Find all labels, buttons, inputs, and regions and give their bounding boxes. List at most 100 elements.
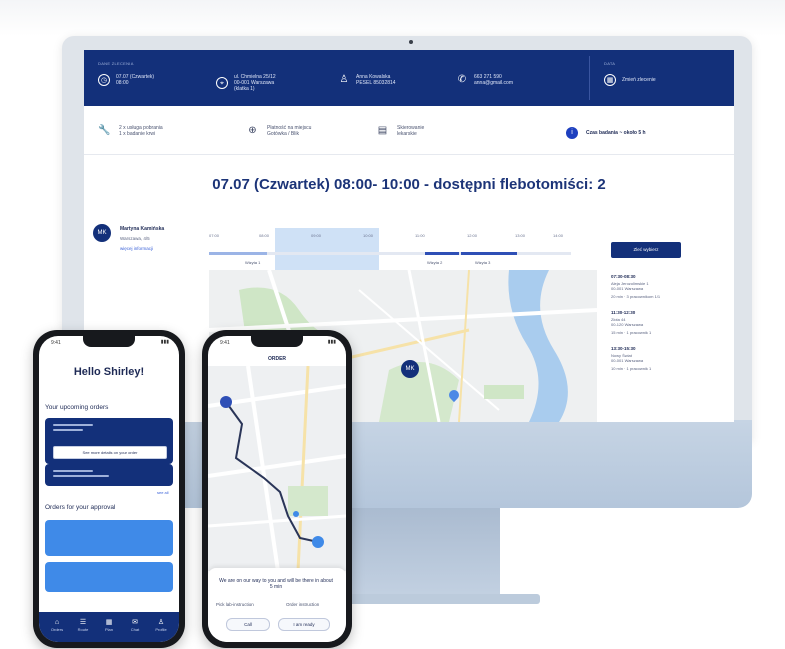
approval-order-card[interactable]	[45, 562, 173, 592]
order-card-lines	[53, 424, 165, 434]
lab-instruction-link[interactable]: Pick lab-instruction	[216, 602, 254, 607]
nav-profile[interactable]: ♙ Profile	[151, 619, 171, 632]
nav-chat[interactable]: ✉ Chat	[125, 619, 145, 632]
nav-orders[interactable]: ⌂ Orders	[47, 619, 67, 632]
home-icon: ⌂	[54, 619, 60, 626]
text-line	[53, 424, 93, 426]
slot-meta: 15 min · 1 pracownik 1	[611, 330, 652, 335]
timeline-tick: 13:00	[515, 233, 526, 238]
route-title: ORDER	[267, 356, 287, 362]
info-services-text: 2 x usługa pobrania 1 x badanie krwi	[119, 124, 163, 137]
phlebotomist-details-link[interactable]: więcej informacji	[120, 246, 153, 251]
nav-route[interactable]: ☰ Route	[73, 619, 93, 632]
order-card-lines	[53, 470, 165, 480]
status-time: 9:41	[220, 340, 230, 346]
change-order-button[interactable]: ▦ Zmień zlecenie	[604, 74, 656, 86]
availability-headline: 07.07 (Czwartek) 08:00- 10:00 - dostępni…	[212, 176, 606, 193]
phlebotomist-location: Warszawa, 4/5	[120, 236, 150, 241]
user-icon: ♙	[339, 74, 349, 85]
status-time: 9:41	[51, 340, 61, 346]
location-icon: ⌖	[216, 77, 228, 89]
slot-item[interactable]: 13:30-15:30 Nowy Świat 00-001 Warszawa 1…	[611, 346, 731, 371]
header-separator	[589, 56, 590, 100]
see-all-link[interactable]: see all	[157, 490, 169, 495]
map-pin[interactable]: MK	[401, 360, 419, 378]
imac-stand	[340, 508, 500, 598]
phone-route-screen: 9:41 ▮▮▮ ORDER We are on our way to you …	[208, 336, 346, 642]
route-map-mobile[interactable]	[208, 366, 346, 571]
header-date-text: 07.07 (Czwartek) 08:00	[116, 74, 155, 86]
timeline-visit-label: Wizyta 3	[475, 260, 491, 265]
timeline-tick: 10:00	[363, 233, 374, 238]
approval-order-card[interactable]	[45, 520, 173, 556]
header-patient: ♙ Anna Kowalska PESEL 85032814	[338, 74, 396, 86]
plus-circle-icon: ⊕	[248, 125, 257, 136]
timeline-tick: 11:00	[415, 233, 425, 238]
text-line	[53, 470, 93, 472]
document-icon: ▤	[377, 125, 388, 136]
route-drawing	[208, 366, 346, 571]
timeline-tick: 08:00	[259, 233, 270, 238]
schedule-timeline: 07:00 08:00 09:00 10:00 11:00 12:00 13:0…	[209, 228, 571, 273]
ready-button[interactable]: I am ready	[278, 618, 330, 631]
order-header: DANE ZLECENIA DATA ◷ 07.07 (Czwartek) 08…	[84, 50, 734, 106]
nav-label: Plan	[104, 627, 113, 632]
timeline-tick: 12:00	[467, 233, 478, 238]
text-line	[53, 429, 83, 431]
slot-list: 07:30-08:30 Aleja Jerozolimskie 1 00-001…	[611, 274, 731, 382]
battery-icon: ▮▮▮	[327, 339, 336, 345]
header-contact: ✆ 663 271 590 anna@gmail.com	[456, 74, 513, 86]
slot-item[interactable]: 11:30-12:30 Złota 44 00-120 Warszawa 15 …	[611, 310, 731, 335]
timeline-visit-segment	[461, 252, 517, 255]
header-caption-right: DATA	[604, 61, 616, 66]
change-order-label: Zmień zlecenie	[622, 77, 656, 83]
info-icon: i	[566, 127, 578, 139]
nav-plan[interactable]: ▦ Plan	[99, 619, 119, 632]
order-info-row: 🔧 2 x usługa pobrania 1 x badanie krwi ⊕…	[84, 108, 734, 155]
arrival-sheet: We are on our way to you and will be the…	[208, 568, 346, 642]
info-referral-text: Skierowanie lekarskie	[397, 124, 425, 137]
user-icon: ♙	[157, 619, 165, 626]
phone-notch	[251, 336, 303, 347]
calendar-icon: ▦	[105, 619, 113, 626]
battery-icon: ▮▮▮	[160, 339, 169, 345]
order-instruction-link[interactable]: Order instruction	[286, 602, 319, 607]
timeline-visit-segment	[425, 252, 459, 255]
slot-time: 13:30-15:30	[611, 346, 636, 351]
header-address-text: ul. Chmielna 25/12 00-001 Warszawa (klat…	[234, 74, 276, 92]
header-caption: DANE ZLECENIA	[98, 61, 134, 66]
info-payment-text: Płatność na miejscu Gotówka / Blik	[267, 124, 312, 137]
header-patient-text: Anna Kowalska PESEL 85032814	[356, 74, 396, 86]
greeting: Hello Shirley!	[73, 366, 145, 378]
wrench-icon: 🔧	[98, 125, 111, 136]
slot-item[interactable]: 07:30-08:30 Aleja Jerozolimskie 1 00-001…	[611, 274, 731, 299]
timeline-tick: 09:00	[311, 233, 322, 238]
slot-time: 07:30-08:30	[611, 274, 636, 279]
header-date: ◷ 07.07 (Czwartek) 08:00	[98, 74, 154, 86]
slot-address: Nowy Świat 00-001 Warszawa	[611, 353, 644, 363]
text-line	[53, 475, 109, 477]
camera-dot	[409, 40, 413, 44]
call-button[interactable]: Call	[226, 618, 270, 631]
slot-time: 11:30-12:30	[611, 310, 636, 315]
phlebotomist-name: Martyna Kamińska	[120, 226, 165, 232]
header-contact-text: 663 271 590 anna@gmail.com	[474, 74, 513, 86]
upcoming-order-card[interactable]	[45, 464, 173, 486]
calendar-icon: ▦	[604, 74, 616, 86]
avatar: MK	[93, 224, 111, 242]
clock-icon: ◷	[98, 74, 110, 86]
arrival-message: We are on our way to you and will be the…	[219, 578, 333, 590]
header-address: ⌖ ul. Chmielna 25/12 00-001 Warszawa (kl…	[216, 74, 276, 92]
chat-icon: ✉	[132, 619, 138, 626]
slot-address: Aleja Jerozolimskie 1 00-001 Warszawa	[611, 281, 649, 291]
order-details-button[interactable]: See more details on your order	[53, 446, 167, 459]
upcoming-orders-title: Your upcoming orders	[45, 404, 109, 411]
select-slot-button[interactable]: Zleć wybierz	[611, 242, 681, 258]
phone-notch	[83, 336, 135, 347]
timeline-tick: 14:00	[553, 233, 564, 238]
info-duration-text: Czas badania ~ około 5 h	[586, 130, 646, 136]
timeline-visit-segment	[209, 252, 267, 255]
phone-icon: ✆	[457, 74, 467, 85]
top-background-band	[0, 0, 785, 36]
nav-label: Chat	[130, 627, 140, 632]
